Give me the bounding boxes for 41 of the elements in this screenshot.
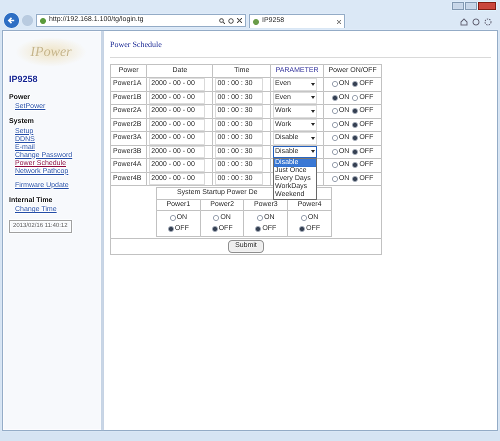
radio-button[interactable]: [332, 176, 338, 182]
close-icon[interactable]: [237, 18, 242, 23]
radio-button[interactable]: [168, 226, 174, 232]
radio-button[interactable]: [332, 94, 338, 101]
page-title: Power Schedule: [110, 39, 163, 51]
caret-icon: [311, 82, 315, 86]
radio-button[interactable]: [352, 176, 358, 182]
model-name: IP9258: [9, 73, 39, 86]
radio-button[interactable]: [332, 148, 338, 155]
radio-button[interactable]: [352, 81, 358, 88]
radio-button[interactable]: [255, 226, 262, 232]
radio-button[interactable]: [332, 81, 338, 88]
radio-button[interactable]: [332, 108, 338, 114]
home-icon[interactable]: [460, 18, 468, 26]
caret-icon: [311, 96, 315, 100]
radio-button[interactable]: [212, 226, 218, 232]
radio-button[interactable]: [213, 215, 220, 222]
radio-button[interactable]: [332, 135, 338, 142]
radio-button[interactable]: [352, 135, 358, 142]
radio-button[interactable]: [352, 148, 358, 155]
radio-button[interactable]: [332, 162, 338, 168]
caret-icon: [311, 110, 315, 113]
radio-button[interactable]: [352, 108, 358, 114]
radio-button[interactable]: [257, 215, 264, 222]
radio-button[interactable]: [352, 94, 358, 101]
radio-button[interactable]: [352, 162, 358, 168]
radio-button[interactable]: [300, 215, 307, 222]
close-icon[interactable]: [337, 20, 341, 24]
logo: IPower: [15, 37, 87, 67]
radio-button[interactable]: [170, 215, 176, 222]
back-icon[interactable]: [4, 13, 19, 28]
radio-button[interactable]: [299, 226, 306, 232]
caret-icon: [311, 123, 315, 126]
radio-button[interactable]: [332, 122, 338, 128]
caret-icon: [311, 136, 315, 140]
caret-icon: [311, 150, 315, 154]
page-icon: [253, 18, 259, 24]
page-icon: [40, 18, 46, 24]
search-icon[interactable]: [219, 18, 225, 24]
radio-button[interactable]: [352, 122, 358, 128]
settings-icon[interactable]: [484, 18, 492, 26]
